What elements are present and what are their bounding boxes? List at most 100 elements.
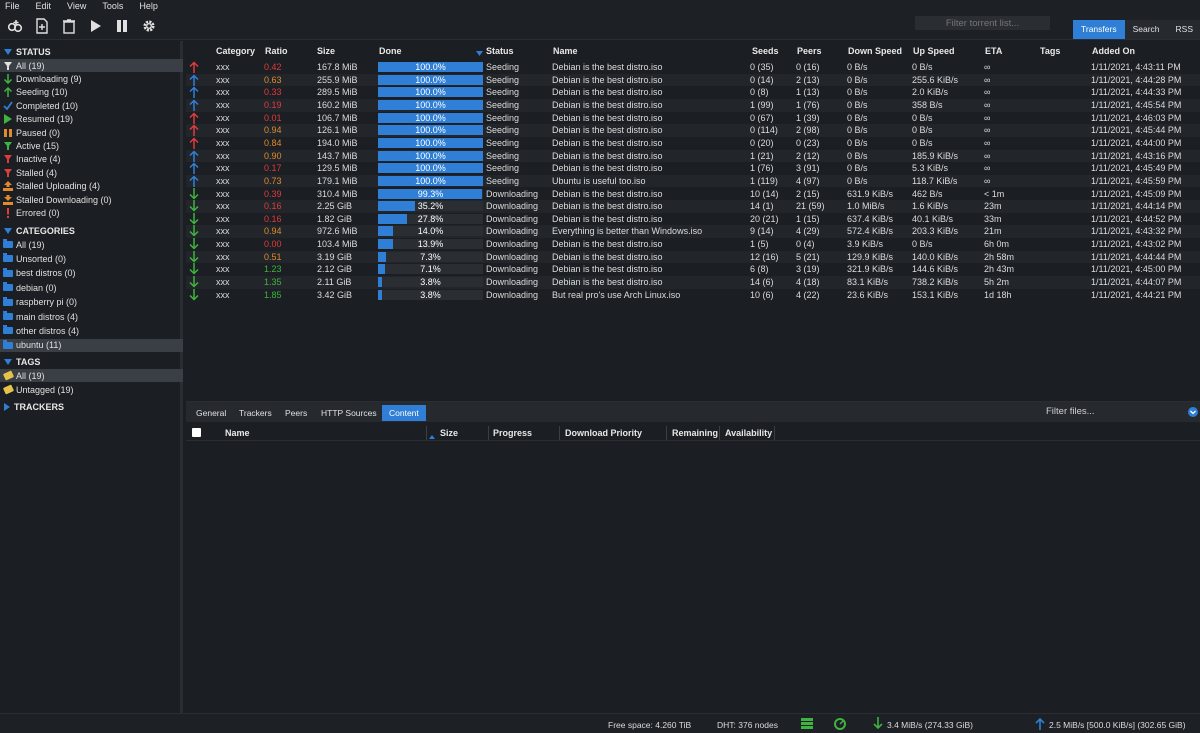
category-filter-item[interactable]: raspberry pi (0) [0,296,183,309]
status-filter-item[interactable]: Stalled (4) [0,166,183,179]
menu-file[interactable]: File [5,1,20,11]
tab-rss[interactable]: RSS [1168,20,1200,39]
tab-http-sources[interactable]: HTTP Sources [314,405,384,421]
col-download-priority[interactable]: Download Priority [565,428,642,438]
table-row[interactable]: xxx 0.90 143.7 MiB Seeding Debian is the bes… [186,149,1200,163]
tab-peers[interactable]: Peers [278,405,314,421]
tab-general[interactable]: General [189,405,233,421]
tab-search[interactable]: Search [1125,20,1168,39]
category-filter-item[interactable]: All (19) [0,238,183,251]
ratio-cell: 0.42 [264,62,282,72]
category-filter-item[interactable]: Unsorted (0) [0,252,183,265]
download-speed-label[interactable]: 3.4 MiB/s (274.33 GiB) [887,720,973,730]
filter-torrent-input[interactable] [915,16,1050,30]
menu-tools[interactable]: Tools [102,1,123,11]
filter-files-input[interactable]: Filter files... [1046,406,1186,420]
tab-content[interactable]: Content [382,405,426,421]
add-file-icon[interactable] [33,17,51,35]
table-row[interactable]: xxx 1.85 3.42 GiB Downloading But real pro's… [186,288,1200,302]
table-row[interactable]: xxx 0.94 126.1 MiB Seeding Debian is the bes… [186,124,1200,137]
col-added-on[interactable]: Added On [1092,46,1135,56]
table-row[interactable]: xxx 0.33 289.5 MiB Seeding Debian is the bes… [186,86,1200,99]
select-all-checkbox[interactable] [192,428,201,437]
trackers-header[interactable]: TRACKERS [4,401,64,413]
settings-icon[interactable] [140,17,158,35]
status-filter-item[interactable]: Stalled Uploading (4) [0,180,183,193]
upload-speed-label[interactable]: 2.5 MiB/s [500.0 KiB/s] (302.65 GiB) [1049,720,1186,730]
col-done[interactable]: Done [379,46,402,56]
table-row[interactable]: xxx 0.63 255.9 MiB Seeding Debian is the bes… [186,73,1200,87]
table-row[interactable]: xxx 0.94 972.6 MiB Downloading Everything is… [186,225,1200,239]
table-row[interactable]: xxx 1.23 2.12 GiB Downloading Debian is the … [186,263,1200,276]
delete-icon[interactable] [60,17,78,35]
status-filter-item[interactable]: Stalled Downloading (0) [0,193,183,206]
tag-filter-item[interactable]: All (19) [0,369,183,382]
status-filter-item[interactable]: Downloading (9) [0,72,183,85]
col-size[interactable]: Size [317,46,335,56]
col-name[interactable]: Name [553,46,578,56]
col-file-size[interactable]: Size [440,428,458,438]
table-row[interactable]: xxx 0.01 106.7 MiB Seeding Debian is the bes… [186,112,1200,125]
menu-help[interactable]: Help [139,1,158,11]
col-down-speed[interactable]: Down Speed [848,46,902,56]
table-row[interactable]: xxx 0.73 179.1 MiB Seeding Ubuntu is useful … [186,174,1200,188]
col-progress[interactable]: Progress [493,428,532,438]
pause-icon[interactable] [113,17,131,35]
table-row[interactable]: xxx 0.42 167.8 MiB Seeding Debian is the bes… [186,61,1200,74]
col-category[interactable]: Category [216,46,255,56]
tag-filter-item[interactable]: Untagged (19) [0,383,183,396]
col-remaining[interactable]: Remaining [672,428,718,438]
arrow-down-icon [189,187,199,200]
categories-header[interactable]: CATEGORIES [4,225,75,237]
col-file-name[interactable]: Name [225,428,250,438]
table-row[interactable]: xxx 0.16 2.25 GiB Downloading Debian is the … [186,200,1200,213]
col-eta[interactable]: ETA [985,46,1002,56]
up-speed-cell: 738.2 KiB/s [912,277,959,288]
col-tags[interactable]: Tags [1040,46,1060,56]
col-seeds[interactable]: Seeds [752,46,779,56]
col-up-speed[interactable]: Up Speed [913,46,955,56]
table-row[interactable]: xxx 0.39 310.4 MiB Downloading Debian is the… [186,187,1200,201]
status-filter-item[interactable]: Seeding (10) [0,86,183,99]
speed-limit-icon[interactable] [834,718,846,732]
category-filter-item[interactable]: other distros (4) [0,324,183,337]
status-filter-item[interactable]: Inactive (4) [0,153,183,166]
table-row[interactable]: xxx 0.16 1.82 GiB Downloading Debian is the … [186,212,1200,226]
col-status[interactable]: Status [486,46,514,56]
status-filter-item[interactable]: Active (15) [0,139,183,152]
category-filter-item[interactable]: ubuntu (11) [0,338,183,352]
table-row[interactable]: xxx 0.00 103.4 MiB Downloading Debian is the… [186,238,1200,251]
category-filter-item[interactable]: best distros (0) [0,267,183,280]
table-row[interactable]: xxx 1.35 2.11 GiB Downloading Debian is the … [186,276,1200,289]
play-icon[interactable] [87,17,105,35]
status-filter-item[interactable]: All (19) [0,59,183,72]
tab-trackers[interactable]: Trackers [232,405,279,421]
category-filter-item[interactable]: debian (0) [0,281,183,294]
status-filter-item[interactable]: Errored (0) [0,206,183,219]
status-header[interactable]: STATUS [4,46,51,58]
status-filter-item[interactable]: Paused (0) [0,126,183,139]
tags-header[interactable]: TAGS [4,356,40,368]
col-ratio[interactable]: Ratio [265,46,288,56]
col-availability[interactable]: Availability [725,428,772,438]
category-filter-item[interactable]: main distros (4) [0,310,183,323]
ratio-cell: 0.63 [264,74,282,85]
progress-bar: 35.2% [378,201,483,212]
table-row[interactable]: xxx 0.84 194.0 MiB Seeding Debian is the bes… [186,137,1200,150]
menu-edit[interactable]: Edit [36,1,52,11]
status-bar: Free space: 4.260 TiB DHT: 376 nodes 3.4… [0,713,1200,733]
alt-speed-icon[interactable] [801,718,813,731]
menu-view[interactable]: View [67,1,86,11]
name-cell: Debian is the best distro.iso [552,137,663,148]
tab-transfers[interactable]: Transfers [1073,20,1125,39]
status-filter-item[interactable]: Completed (10) [0,99,183,112]
eta-cell: ∞ [984,163,991,174]
col-peers[interactable]: Peers [797,46,822,56]
add-link-icon[interactable] [6,17,24,35]
table-row[interactable]: xxx 0.51 3.19 GiB Downloading Debian is the … [186,250,1200,264]
status-filter-item[interactable]: Resumed (19) [0,113,183,126]
table-row[interactable]: xxx 0.19 160.2 MiB Seeding Debian is the bes… [186,98,1200,112]
table-row[interactable]: xxx 0.17 129.5 MiB Seeding Debian is the bes… [186,162,1200,175]
chevron-down-icon[interactable] [1188,407,1198,417]
eta-cell: ∞ [984,150,991,161]
